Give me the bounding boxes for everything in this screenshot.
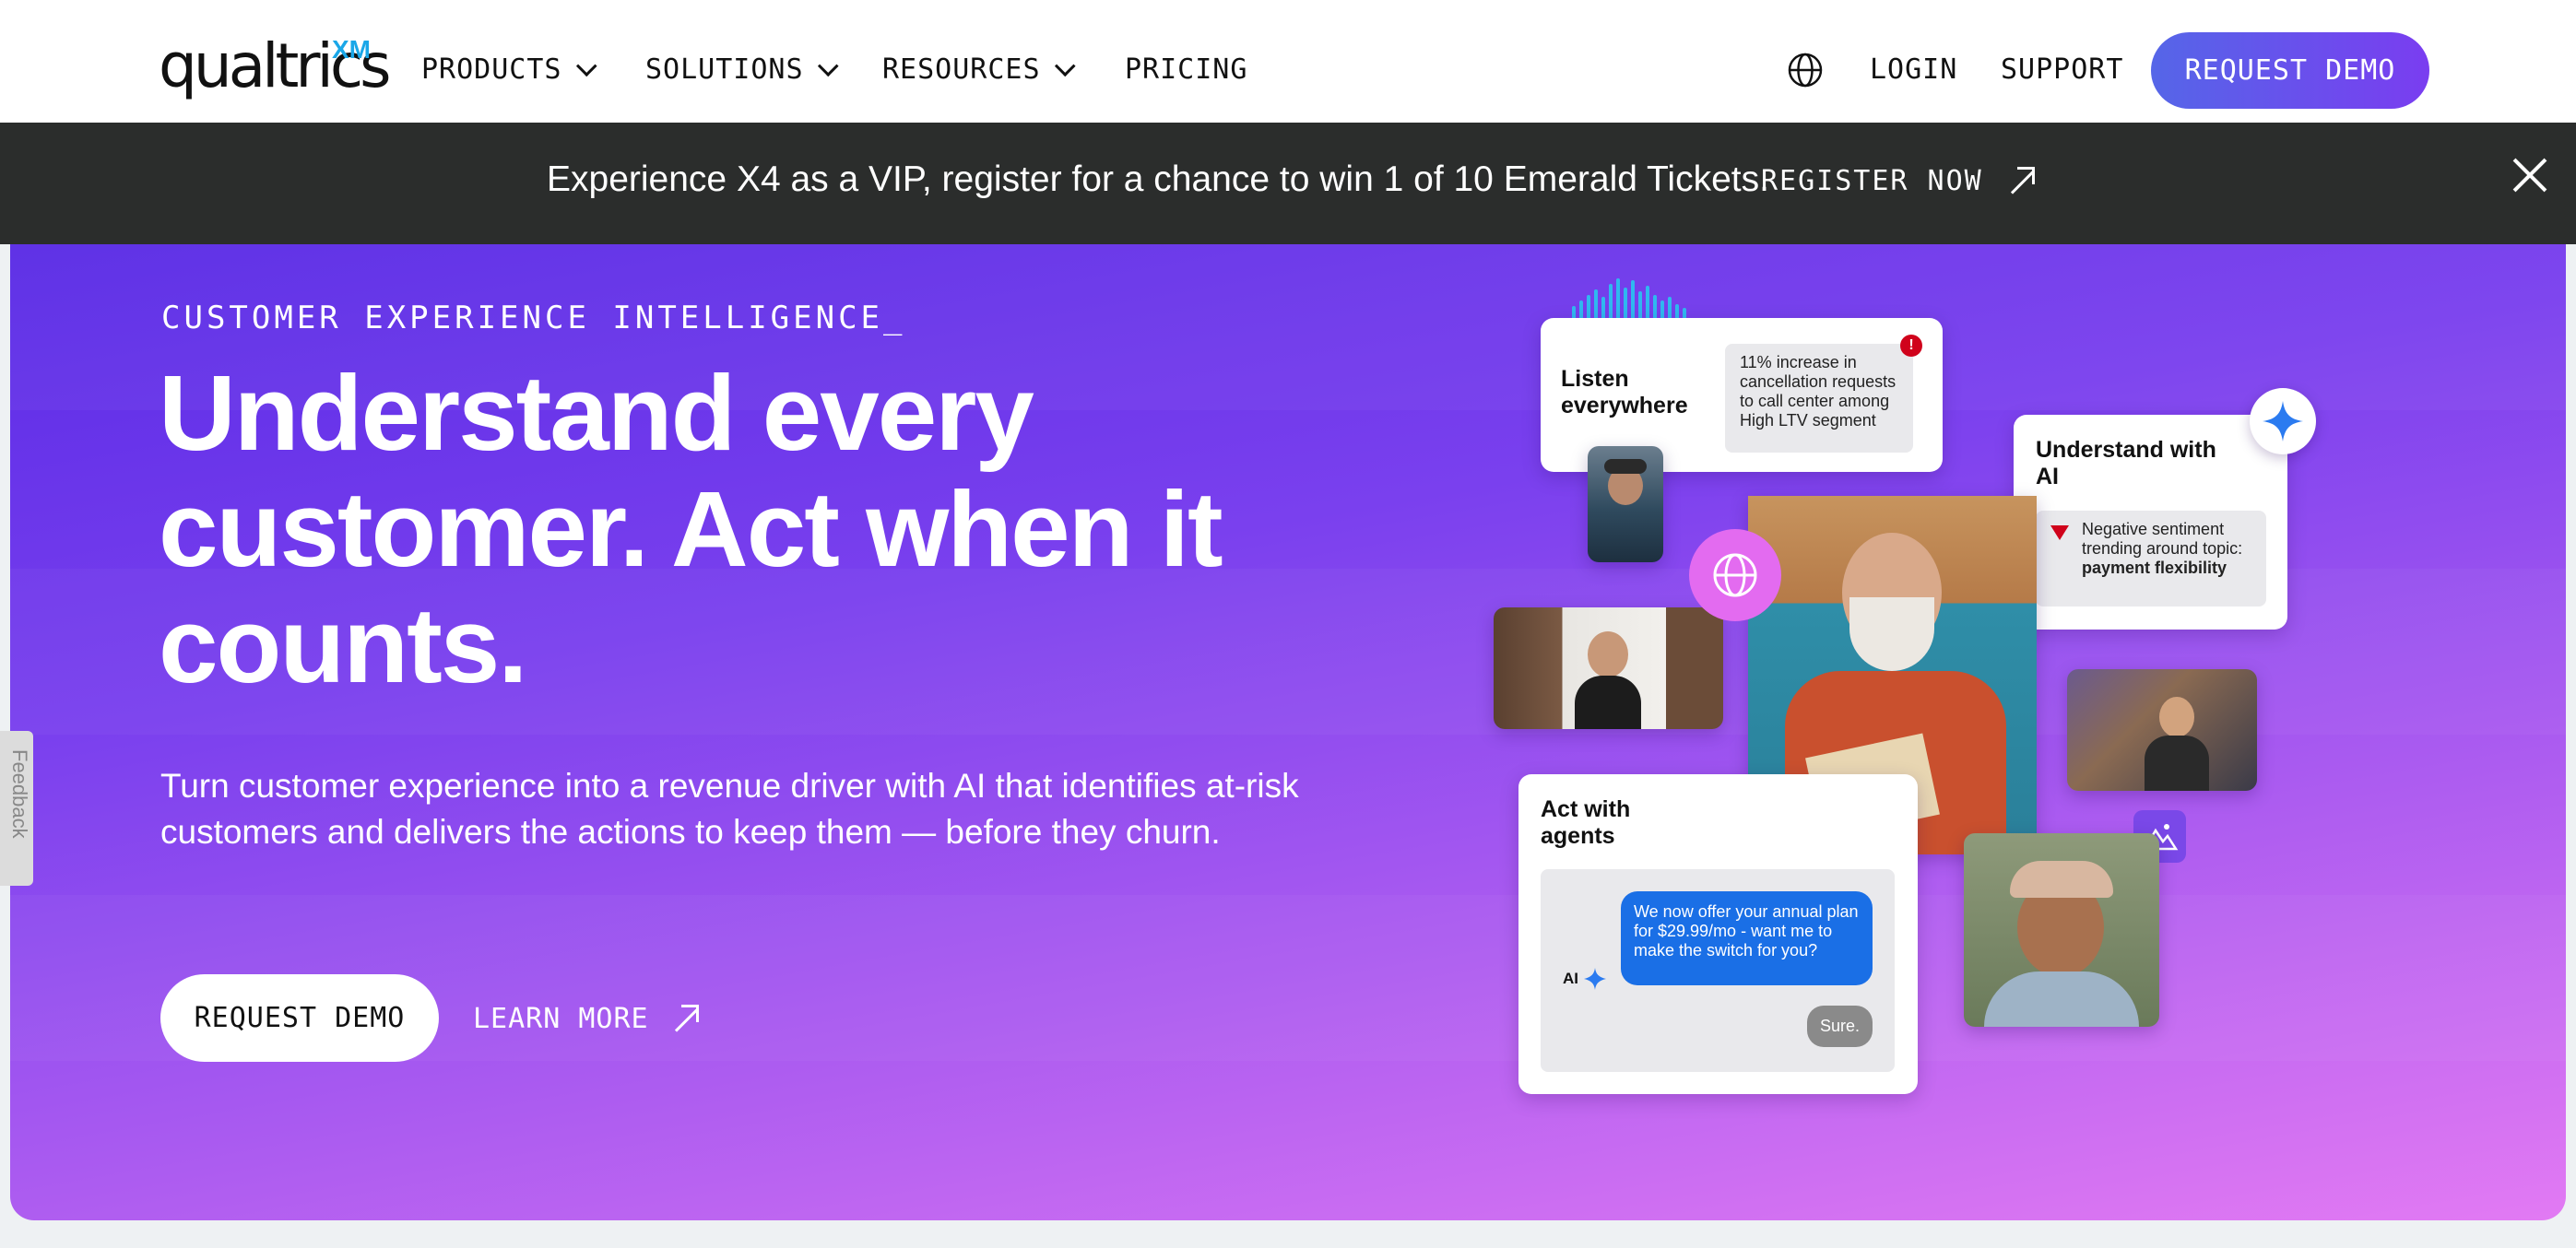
trend-down-icon xyxy=(2050,525,2069,540)
chevron-down-icon xyxy=(817,54,839,77)
register-now-link[interactable]: REGISTER NOW xyxy=(1761,165,2035,197)
ai-label-text: AI xyxy=(1563,970,1578,987)
nav-resources[interactable]: RESOURCES xyxy=(882,53,1076,86)
listen-card-note: 11% increase in cancellation requests to… xyxy=(1725,344,1913,453)
nav-pricing[interactable]: PRICING xyxy=(1125,53,1247,86)
nav-products-label: PRODUCTS xyxy=(421,53,562,86)
request-demo-hero-label: REQUEST DEMO xyxy=(194,1002,406,1034)
login-link[interactable]: LOGIN xyxy=(1870,53,1957,86)
logo-xm-mark: XM xyxy=(332,35,371,64)
customer-reply-bubble: Sure. xyxy=(1807,1006,1873,1047)
customer-photo xyxy=(1588,446,1663,562)
hero-headline: Understand every customer. Act when it c… xyxy=(159,353,1223,705)
request-demo-nav-label: REQUEST DEMO xyxy=(2184,54,2396,87)
understand-note-topic: payment flexibility xyxy=(2082,559,2227,577)
learn-more-label: LEARN MORE xyxy=(473,1003,649,1035)
qualtrics-logo[interactable]: qualtrics XM xyxy=(159,29,392,103)
understand-note-text: Negative sentiment trending around topic… xyxy=(2082,520,2243,558)
request-demo-hero-button[interactable]: REQUEST DEMO xyxy=(160,974,439,1062)
sparkle-icon xyxy=(2263,401,2303,442)
ai-agent-label: AI xyxy=(1563,966,1608,992)
customer-photo xyxy=(1964,833,2159,1027)
customer-photo xyxy=(1494,607,1723,729)
understand-card-title: Understand with AI xyxy=(2036,437,2216,489)
request-demo-nav-button[interactable]: REQUEST DEMO xyxy=(2151,32,2429,109)
chevron-down-icon xyxy=(1054,54,1076,77)
alert-icon: ! xyxy=(1900,335,1922,357)
nav-resources-label: RESOURCES xyxy=(882,53,1041,86)
listen-card-title: Listen everywhere xyxy=(1561,366,1688,418)
agent-message-bubble: We now offer your annual plan for $29.99… xyxy=(1621,891,1873,985)
customer-photo xyxy=(2067,669,2257,791)
support-label: SUPPORT xyxy=(2001,53,2124,86)
arrow-up-right-icon xyxy=(671,1004,699,1032)
understand-with-ai-card: Understand with AI Negative sentiment tr… xyxy=(2014,415,2287,630)
ai-sparkle-badge xyxy=(2250,388,2316,454)
feedback-label: Feedback xyxy=(8,749,31,839)
sparkle-icon xyxy=(1584,968,1606,990)
act-card-title: Act with agents xyxy=(1541,796,1631,849)
login-label: LOGIN xyxy=(1870,53,1958,86)
learn-more-link[interactable]: LEARN MORE xyxy=(473,1003,699,1035)
hero-eyebrow: CUSTOMER EXPERIENCE INTELLIGENCE_ xyxy=(161,300,906,336)
arrow-up-right-icon xyxy=(2007,166,2035,194)
hero-subheading: Turn customer experience into a revenue … xyxy=(160,767,1299,851)
nav-products[interactable]: PRODUCTS xyxy=(421,53,597,86)
chevron-down-icon xyxy=(575,54,597,77)
close-icon[interactable] xyxy=(2511,157,2548,194)
feedback-tab[interactable]: Feedback xyxy=(0,731,33,886)
nav-solutions[interactable]: SOLUTIONS xyxy=(645,53,839,86)
understand-card-note: Negative sentiment trending around topic… xyxy=(2036,511,2266,606)
register-now-label: REGISTER NOW xyxy=(1761,165,1983,197)
support-link[interactable]: SUPPORT xyxy=(2001,53,2123,86)
globe-network-badge xyxy=(1689,529,1781,621)
network-globe-icon xyxy=(1713,553,1757,597)
nav-solutions-label: SOLUTIONS xyxy=(645,53,804,86)
top-navigation: qualtrics XM PRODUCTS SOLUTIONS RESOURCE… xyxy=(0,0,2576,123)
banner-text: Experience X4 as a VIP, register for a c… xyxy=(547,159,1769,199)
globe-icon[interactable] xyxy=(1787,52,1824,88)
nav-pricing-label: PRICING xyxy=(1125,53,1248,86)
promo-banner: Experience X4 as a VIP, register for a c… xyxy=(0,123,2576,244)
